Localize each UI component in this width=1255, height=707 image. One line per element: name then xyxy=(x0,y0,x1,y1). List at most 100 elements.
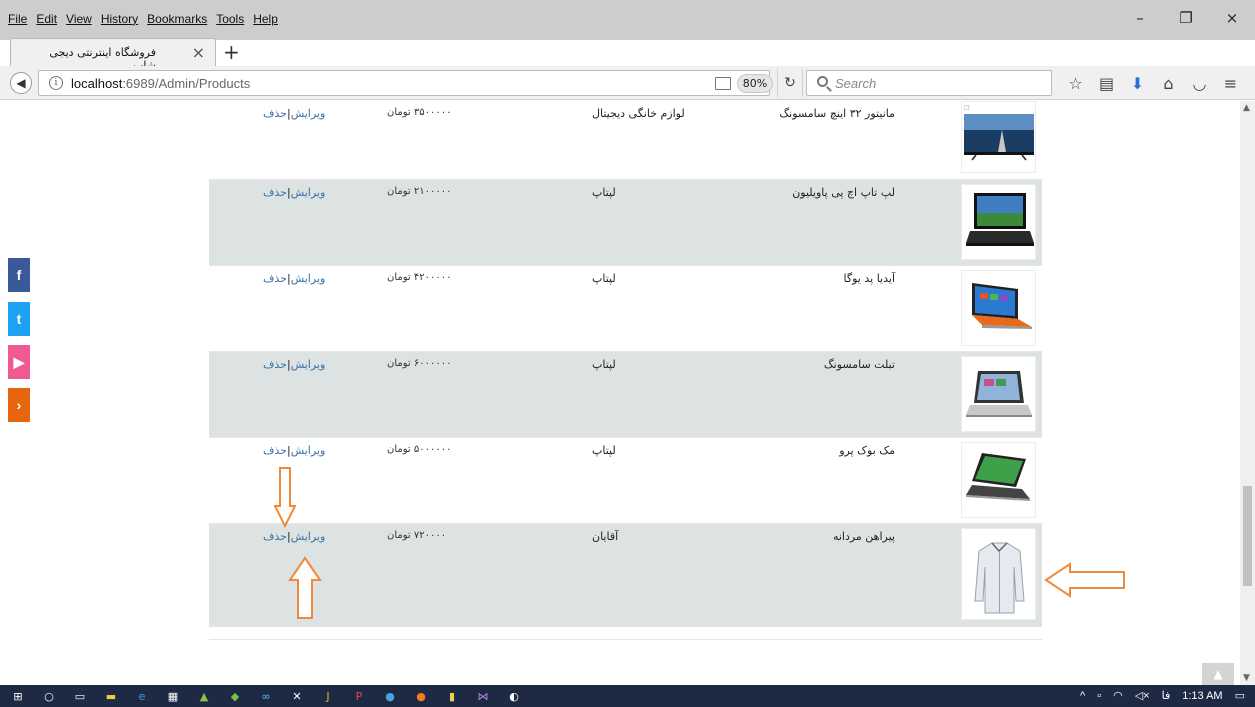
back-button[interactable]: ◀ xyxy=(10,72,32,94)
delete-link[interactable]: حذف xyxy=(263,530,287,543)
reload-icon: ↻ xyxy=(784,75,796,91)
menu-tools[interactable]: Tools xyxy=(216,12,244,26)
app-icon[interactable]: ◆ xyxy=(227,688,243,704)
product-price: ۲۱۰۰۰۰۰ تومان xyxy=(387,186,452,197)
reader-view-icon[interactable] xyxy=(715,77,731,90)
delete-link[interactable]: حذف xyxy=(263,272,287,285)
edit-link[interactable]: ویرایش xyxy=(291,272,326,285)
file-explorer-icon[interactable]: ▬ xyxy=(103,688,119,704)
edit-link[interactable]: ویرایش xyxy=(291,444,326,457)
chevron-up-icon: ▲ xyxy=(1213,667,1223,681)
url-path: :6989/Admin/Products xyxy=(122,76,251,91)
product-image-monitor: □ xyxy=(961,101,1036,173)
table-row: لپ تاپ اچ پی پاویلیون لپتاپ ۲۱۰۰۰۰۰ توما… xyxy=(209,179,1042,265)
search-input[interactable] xyxy=(835,74,1035,92)
facebook-share-button[interactable]: f xyxy=(8,258,30,292)
table-row: □ مانیتور ۳۲ اینچ سامسونگ لوازم خانگی دی… xyxy=(209,101,1042,179)
delete-link[interactable]: حذف xyxy=(263,444,287,457)
table-row: تبلت سامسونگ لپتاپ ۶۰۰۰۰۰۰ تومان ویرایش|… xyxy=(209,351,1042,437)
volume-icon[interactable]: ◁× xyxy=(1135,689,1150,702)
menu-history[interactable]: History xyxy=(101,12,138,26)
app-icon-4[interactable]: J xyxy=(320,688,336,704)
table-row: مک بوک پرو لپتاپ ۵۰۰۰۰۰۰ تومان ویرایش|حذ… xyxy=(209,437,1042,523)
app-icon-6[interactable]: ● xyxy=(382,688,398,704)
task-view-icon[interactable]: ▭ xyxy=(72,688,88,704)
scroll-thumb[interactable] xyxy=(1243,486,1252,586)
edit-link[interactable]: ویرایش xyxy=(291,358,326,371)
product-image-shirt xyxy=(961,528,1036,620)
network-icon[interactable]: ▫ xyxy=(1097,690,1101,702)
language-indicator[interactable]: فا xyxy=(1162,689,1171,702)
delete-link[interactable]: حذف xyxy=(263,107,287,120)
product-category: آقایان xyxy=(592,530,619,543)
page-scrollbar[interactable]: ▲ ▼ xyxy=(1240,101,1255,685)
scroll-down-icon[interactable]: ▼ xyxy=(1243,673,1250,683)
app-icon-5[interactable]: P xyxy=(351,688,367,704)
browser-tab[interactable]: فروشگاه اینترنتی دیجی شاپ × xyxy=(10,38,216,72)
edit-link[interactable]: ویرایش xyxy=(291,186,326,199)
minimize-button[interactable]: – xyxy=(1117,0,1163,36)
annotation-arrow-left xyxy=(1044,562,1125,598)
edit-link[interactable]: ویرایش xyxy=(291,530,326,543)
android-icon[interactable]: ▲ xyxy=(196,688,212,704)
table-row: آیدیا پد یوگا لپتاپ ۴۲۰۰۰۰۰ تومان ویرایش… xyxy=(209,265,1042,351)
youtube-share-button[interactable]: ▶ xyxy=(8,345,30,379)
app-icon-3[interactable]: ✕ xyxy=(289,688,305,704)
visual-studio-icon[interactable]: ⋈ xyxy=(475,688,491,704)
hamburger-menu-icon[interactable]: ≡ xyxy=(1215,71,1246,95)
menu-edit[interactable]: Edit xyxy=(36,12,57,26)
download-icon[interactable]: ⬇ xyxy=(1122,71,1153,95)
edit-link[interactable]: ویرایش xyxy=(291,107,326,120)
product-category: لپتاپ xyxy=(592,444,616,457)
product-name: مانیتور ۳۲ اینچ سامسونگ xyxy=(779,107,895,120)
pocket-icon[interactable]: ◡ xyxy=(1184,71,1215,95)
zoom-level[interactable]: 80% xyxy=(737,74,773,93)
system-tray: ^ ▫ ◠ ◁× فا 1:13 AM ▭ xyxy=(1080,689,1245,703)
wifi-icon[interactable]: ◠ xyxy=(1113,689,1123,702)
url-bar[interactable]: i localhost:6989/Admin/Products 80% xyxy=(38,70,773,96)
twitter-share-button[interactable]: t xyxy=(8,302,30,336)
row-actions: ویرایش|حذف xyxy=(263,272,325,285)
edge-icon[interactable]: e xyxy=(134,688,150,704)
new-tab-button[interactable]: + xyxy=(223,40,240,64)
clock[interactable]: 1:13 AM xyxy=(1182,690,1222,702)
menu-bookmarks[interactable]: Bookmarks xyxy=(147,12,207,26)
more-share-button[interactable]: › xyxy=(8,388,30,422)
info-icon[interactable]: i xyxy=(49,76,63,90)
notepad-icon[interactable]: ▮ xyxy=(444,688,460,704)
menu-help[interactable]: Help xyxy=(253,12,278,26)
product-price: ۶۰۰۰۰۰۰ تومان xyxy=(387,358,452,369)
firefox-icon[interactable]: ● xyxy=(413,688,429,704)
bookmark-star-icon[interactable]: ☆ xyxy=(1060,71,1091,95)
back-arrow-icon: ◀ xyxy=(16,76,26,90)
delete-link[interactable]: حذف xyxy=(263,358,287,371)
url-host: localhost xyxy=(71,76,123,91)
app-icon-7[interactable]: ◐ xyxy=(506,688,522,704)
notifications-icon[interactable]: ▭ xyxy=(1235,689,1245,702)
menu-bar: File Edit View History Bookmarks Tools H… xyxy=(0,0,1255,40)
product-category: لوازم خانگی دیجیتال xyxy=(592,107,685,120)
scroll-up-icon[interactable]: ▲ xyxy=(1243,103,1250,113)
search-taskbar-icon[interactable]: ○ xyxy=(41,688,57,704)
annotation-arrow-down xyxy=(274,467,296,528)
tab-close-icon[interactable]: × xyxy=(192,43,205,62)
windows-taskbar: ⊞ ○ ▭ ▬ e ▦ ▲ ◆ ∞ ✕ J P ● ● ▮ ⋈ ◐ ^ ▫ ◠ … xyxy=(0,685,1255,707)
product-name: پیراهن مردانه xyxy=(832,530,895,543)
product-category: لپتاپ xyxy=(592,272,616,285)
calculator-icon[interactable]: ▦ xyxy=(165,688,181,704)
menu-view[interactable]: View xyxy=(66,12,92,26)
product-name: مک بوک پرو xyxy=(839,444,895,457)
search-bar[interactable] xyxy=(806,70,1052,96)
restore-button[interactable]: ❐ xyxy=(1163,0,1209,36)
bookmarks-library-icon[interactable]: ▤ xyxy=(1091,71,1122,95)
menu-file[interactable]: File xyxy=(8,12,27,26)
close-window-button[interactable]: × xyxy=(1209,0,1255,36)
tray-chevron-icon[interactable]: ^ xyxy=(1080,690,1085,702)
product-name: لپ تاپ اچ پی پاویلیون xyxy=(792,186,895,199)
reload-button[interactable]: ↻ xyxy=(777,69,803,97)
back-to-top-button[interactable]: ▲ xyxy=(1202,663,1234,685)
home-icon[interactable]: ⌂ xyxy=(1153,71,1184,95)
app-icon-2[interactable]: ∞ xyxy=(258,688,274,704)
delete-link[interactable]: حذف xyxy=(263,186,287,199)
windows-start-icon[interactable]: ⊞ xyxy=(10,688,26,704)
